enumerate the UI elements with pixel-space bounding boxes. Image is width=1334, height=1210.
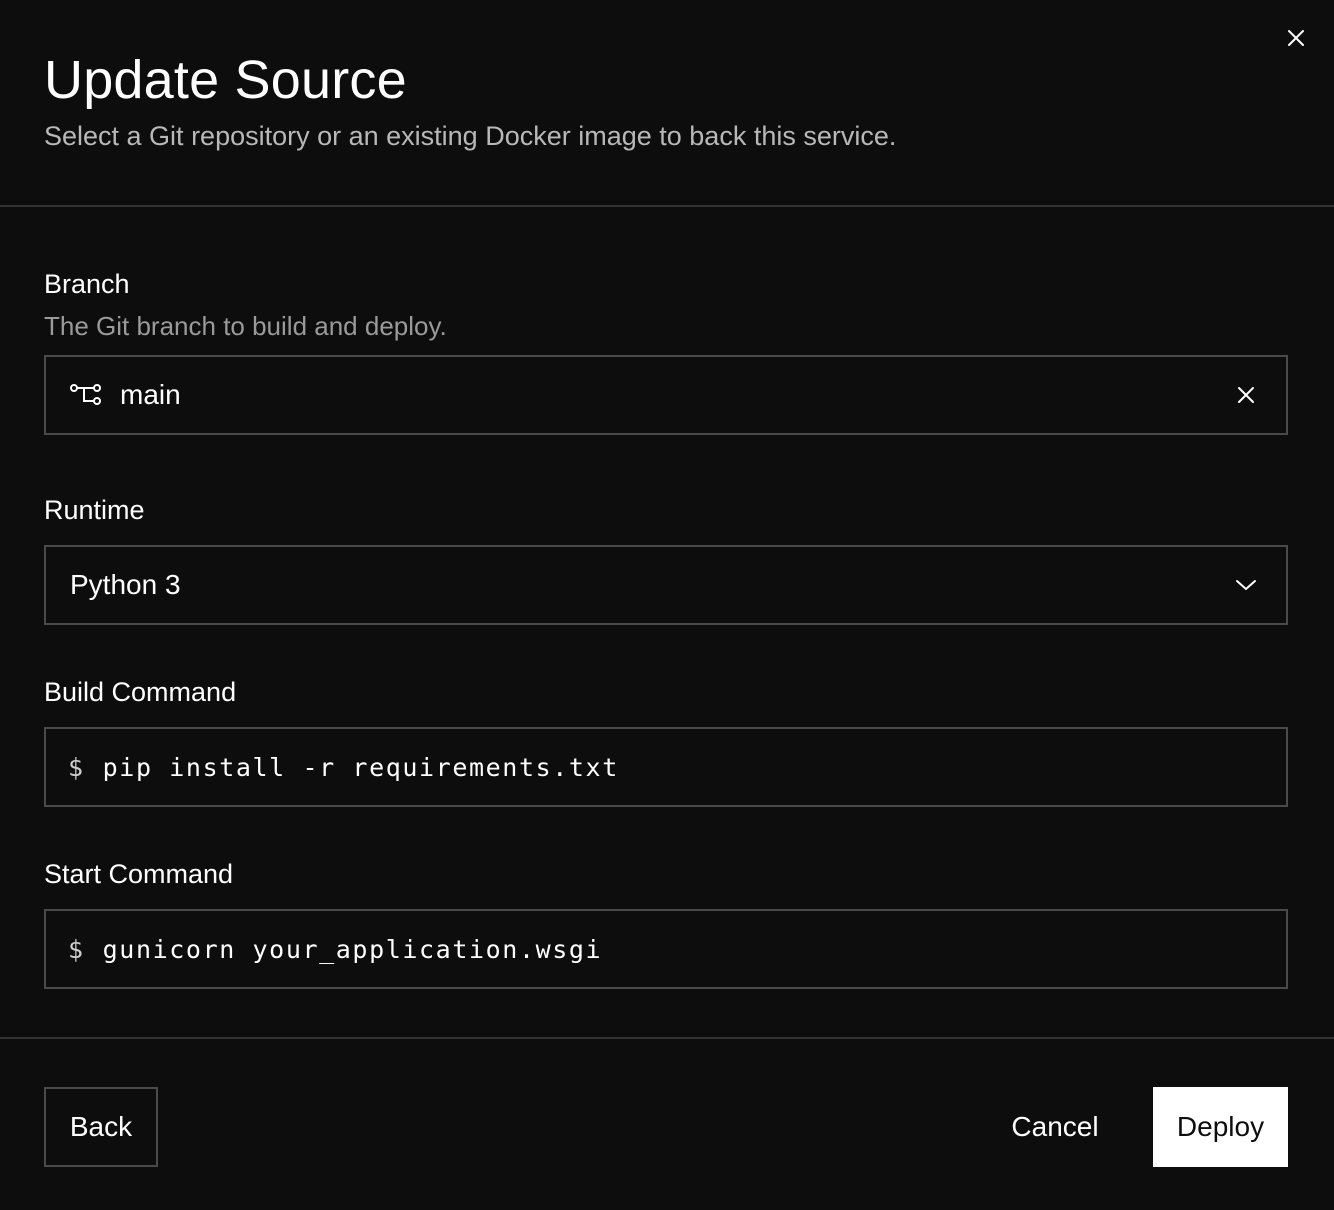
prompt-symbol: $ — [68, 934, 85, 964]
dialog-subtitle: Select a Git repository or an existing D… — [44, 121, 897, 151]
prompt-symbol: $ — [68, 752, 85, 782]
branch-label: Branch — [44, 269, 130, 299]
branch-helper-text: The Git branch to build and deploy. — [44, 311, 447, 341]
back-button[interactable]: Back — [44, 1087, 158, 1167]
runtime-select[interactable]: Python 3 — [44, 545, 1288, 625]
branch-value: main — [120, 379, 181, 410]
start-command-input[interactable]: $ gunicorn your_application.wsgi — [44, 909, 1288, 989]
close-button[interactable] — [1284, 26, 1308, 50]
clear-icon — [1238, 387, 1254, 403]
runtime-label: Runtime — [44, 495, 145, 525]
build-command-input[interactable]: $ pip install -r requirements.txt — [44, 727, 1288, 807]
start-command-label: Start Command — [44, 859, 234, 889]
chevron-down-icon — [1234, 573, 1258, 597]
branch-input[interactable]: main — [44, 355, 1288, 435]
start-command-value: gunicorn your_application.wsgi — [102, 934, 603, 964]
dialog-header: Update Source Select a Git repository or… — [0, 0, 1334, 207]
clear-branch-button[interactable] — [1234, 383, 1258, 407]
dialog-title: Update Source — [44, 50, 407, 110]
runtime-value: Python 3 — [70, 569, 181, 600]
dialog-body: Branch The Git branch to build and deplo… — [0, 267, 1334, 989]
close-icon — [1288, 30, 1304, 46]
dialog-footer: Back Cancel Deploy — [0, 1037, 1334, 1210]
build-command-value: pip install -r requirements.txt — [102, 752, 619, 782]
deploy-button[interactable]: Deploy — [1153, 1087, 1288, 1167]
cancel-button[interactable]: Cancel — [1000, 1087, 1110, 1167]
build-command-label: Build Command — [44, 677, 237, 707]
git-branch-icon — [70, 383, 102, 407]
update-source-dialog: Update Source Select a Git repository or… — [0, 0, 1334, 1210]
